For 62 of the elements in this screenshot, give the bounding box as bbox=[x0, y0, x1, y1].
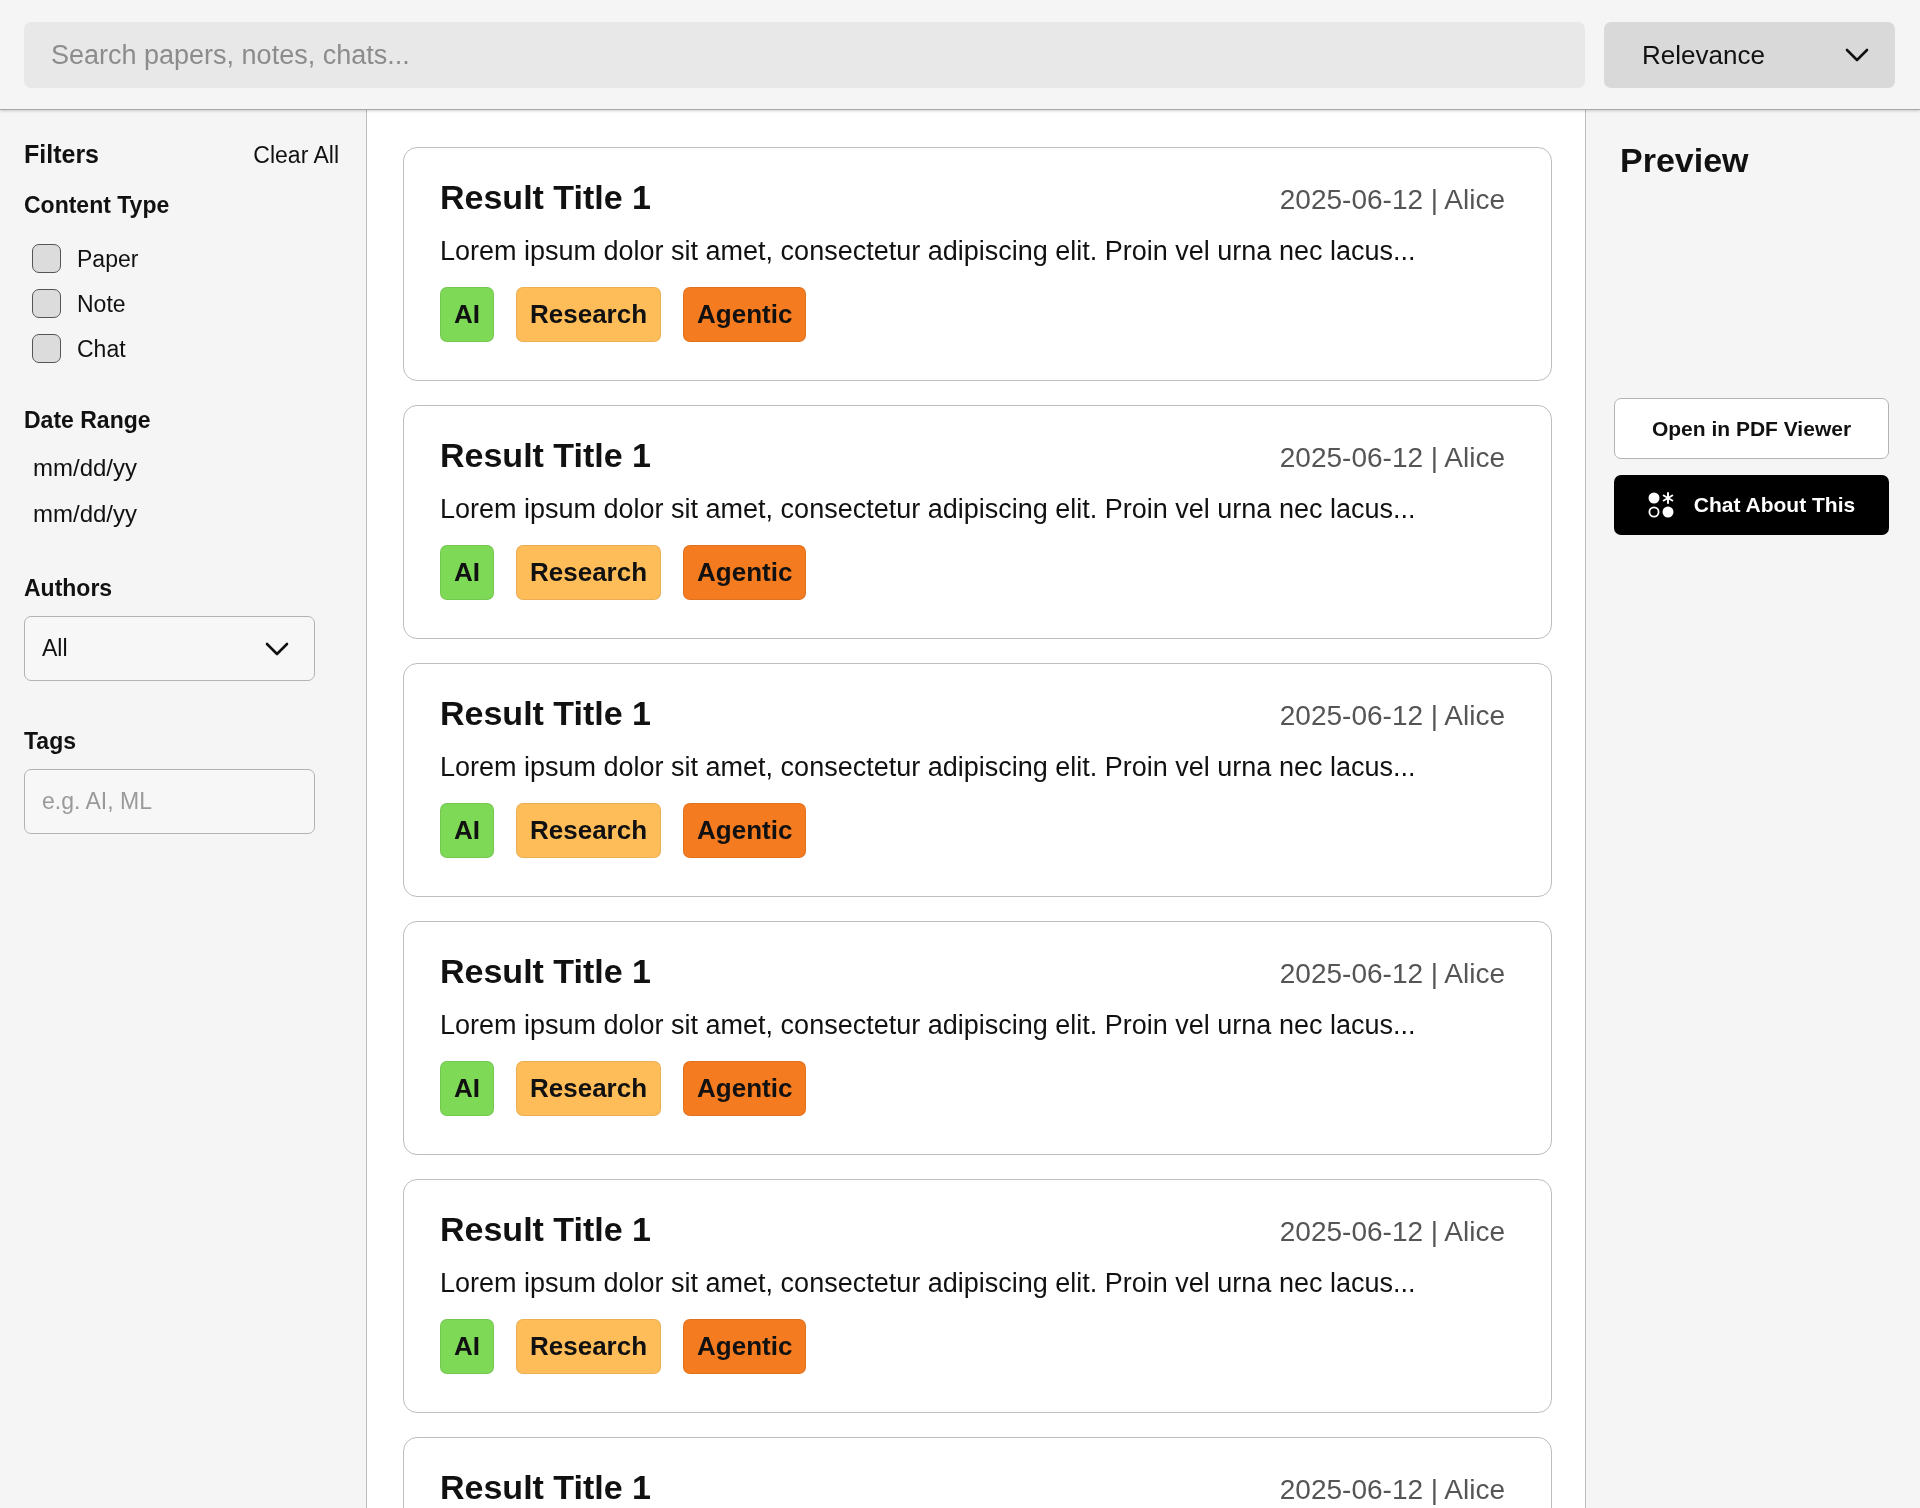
chevron-down-icon bbox=[1845, 48, 1869, 62]
result-meta: 2025-06-12 | Alice bbox=[1279, 957, 1505, 990]
result-snippet: Lorem ipsum dolor sit amet, consectetur adipiscing elit. Proin vel urna nec lacus... bbox=[440, 493, 1416, 525]
tag-chip[interactable]: AI bbox=[440, 1319, 494, 1374]
search-field[interactable]: Search papers, notes, chats... bbox=[24, 22, 1585, 88]
checkbox[interactable] bbox=[32, 334, 61, 363]
tag-chip[interactable]: AI bbox=[440, 287, 494, 342]
section-label: Tags bbox=[24, 727, 76, 755]
dots-grid-icon bbox=[1647, 492, 1674, 518]
authors-dropdown[interactable]: All bbox=[24, 616, 315, 681]
result-title: Result Title 1 bbox=[440, 694, 651, 732]
tags-field[interactable]: e.g. AI, ML bbox=[24, 769, 315, 834]
result-title: Result Title 1 bbox=[440, 436, 651, 474]
filters-heading: Filters bbox=[24, 139, 100, 169]
result-snippet: Lorem ipsum dolor sit amet, consectetur adipiscing elit. Proin vel urna nec lacus... bbox=[440, 235, 1416, 267]
chat-button[interactable]: Chat About This bbox=[1614, 475, 1889, 535]
result-card[interactable]: Result Title 1 2025-06-12 | Alice Lorem ipsum dolor sit amet, consectetur adipiscing elit. Proin vel urna nec lacus... AI Research Agentic bbox=[403, 147, 1552, 381]
chevron-down-icon bbox=[265, 641, 289, 656]
open-pdf-button[interactable]: Open in PDF Viewer bbox=[1614, 398, 1889, 459]
checkbox-label: Note bbox=[77, 289, 126, 318]
tag-chip[interactable]: Research bbox=[516, 803, 662, 858]
result-title: Result Title 1 bbox=[440, 1210, 651, 1248]
result-snippet: Lorem ipsum dolor sit amet, consectetur adipiscing elit. Proin vel urna nec lacus... bbox=[440, 751, 1416, 783]
result-card[interactable]: Result Title 1 2025-06-12 | Alice bbox=[403, 1437, 1552, 1508]
date-field[interactable]: mm/dd/yy bbox=[24, 448, 164, 488]
tag-chip[interactable]: AI bbox=[440, 545, 494, 600]
result-title: Result Title 1 bbox=[440, 178, 651, 216]
result-card[interactable]: Result Title 1 2025-06-12 | Alice Lorem ipsum dolor sit amet, consectetur adipiscing elit. Proin vel urna nec lacus... AI Research Agentic bbox=[403, 1179, 1552, 1413]
result-meta: 2025-06-12 | Alice bbox=[1279, 1473, 1505, 1506]
result-meta: 2025-06-12 | Alice bbox=[1279, 183, 1505, 216]
sort-dropdown[interactable]: Relevance bbox=[1604, 22, 1895, 88]
section-label: Date Range bbox=[24, 406, 151, 434]
preview-heading: Preview bbox=[1620, 140, 1749, 180]
section-label: Content Type bbox=[24, 191, 170, 219]
result-snippet: Lorem ipsum dolor sit amet, consectetur adipiscing elit. Proin vel urna nec lacus... bbox=[440, 1009, 1416, 1041]
tag-chip[interactable]: Research bbox=[516, 1061, 662, 1116]
tag-chip[interactable]: Agentic bbox=[683, 1061, 807, 1116]
date-field[interactable]: mm/dd/yy bbox=[24, 494, 164, 534]
tag-chip[interactable]: AI bbox=[440, 1061, 494, 1116]
tag-chip[interactable]: Research bbox=[516, 1319, 662, 1374]
checkbox-label: Paper bbox=[77, 244, 139, 273]
tag-chip[interactable]: Agentic bbox=[683, 545, 807, 600]
result-meta: 2025-06-12 | Alice bbox=[1279, 1215, 1505, 1248]
result-card[interactable]: Result Title 1 2025-06-12 | Alice Lorem ipsum dolor sit amet, consectetur adipiscing elit. Proin vel urna nec lacus... AI Research Agentic bbox=[403, 663, 1552, 897]
result-card[interactable]: Result Title 1 2025-06-12 | Alice Lorem ipsum dolor sit amet, consectetur adipiscing elit. Proin vel urna nec lacus... AI Research Agentic bbox=[403, 405, 1552, 639]
result-title: Result Title 1 bbox=[440, 1468, 651, 1506]
tag-chip[interactable]: Agentic bbox=[683, 803, 807, 858]
tag-chip[interactable]: Research bbox=[516, 545, 662, 600]
checkbox[interactable] bbox=[32, 289, 61, 318]
tag-chip[interactable]: Research bbox=[516, 287, 662, 342]
tag-chip[interactable]: Agentic bbox=[683, 287, 807, 342]
result-title: Result Title 1 bbox=[440, 952, 651, 990]
checkbox[interactable] bbox=[32, 244, 61, 273]
checkbox-label: Chat bbox=[77, 334, 126, 363]
result-meta: 2025-06-12 | Alice bbox=[1279, 699, 1505, 732]
result-meta: 2025-06-12 | Alice bbox=[1279, 441, 1505, 474]
tag-chip[interactable]: AI bbox=[440, 803, 494, 858]
section-label: Authors bbox=[24, 574, 113, 602]
clear-all-button[interactable]: Clear All bbox=[253, 140, 339, 170]
tag-chip[interactable]: Agentic bbox=[683, 1319, 807, 1374]
result-card[interactable]: Result Title 1 2025-06-12 | Alice Lorem ipsum dolor sit amet, consectetur adipiscing elit. Proin vel urna nec lacus... AI Research Agentic bbox=[403, 921, 1552, 1155]
result-snippet: Lorem ipsum dolor sit amet, consectetur adipiscing elit. Proin vel urna nec lacus... bbox=[440, 1267, 1416, 1299]
